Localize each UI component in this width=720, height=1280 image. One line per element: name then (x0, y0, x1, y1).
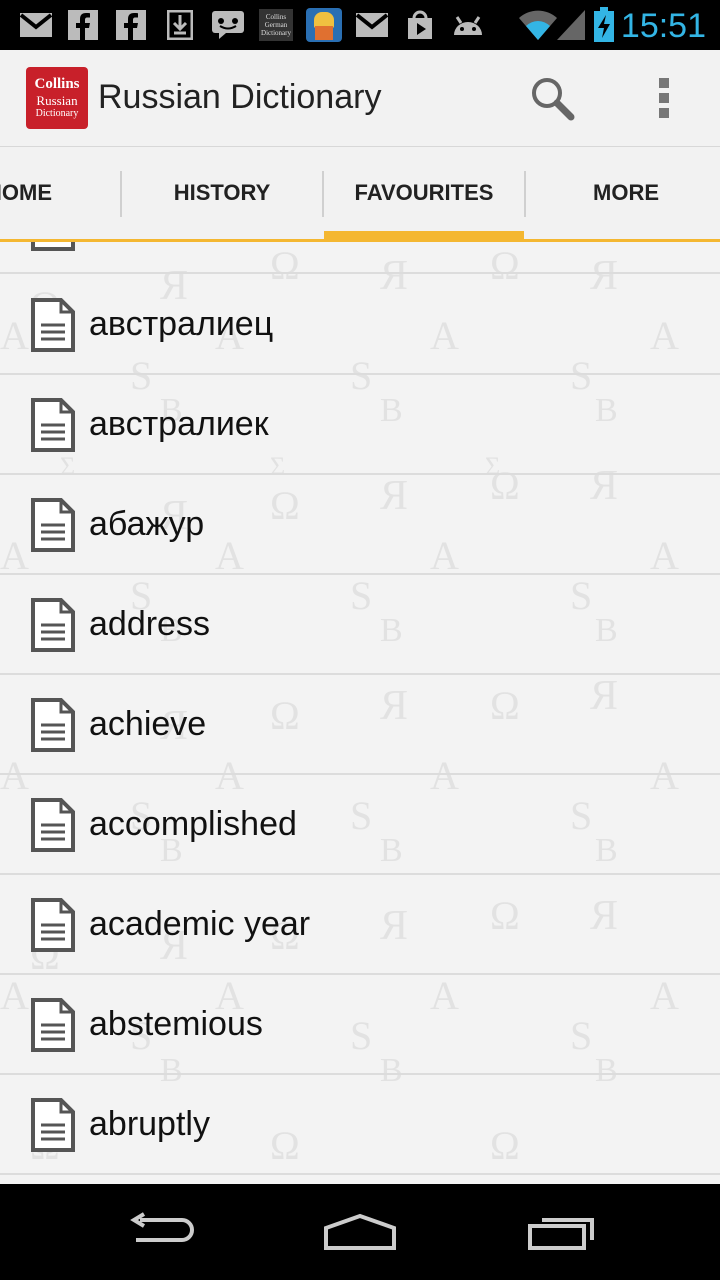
document-icon (31, 998, 75, 1052)
logo-text-collins: Collins (34, 76, 80, 92)
game-icon (305, 8, 343, 42)
home-icon (324, 1213, 396, 1250)
document-icon (31, 498, 75, 552)
favourite-item[interactable]: address (0, 575, 720, 675)
favourite-item[interactable] (0, 242, 720, 274)
action-bar: Collins Russian Dictionary Russian Dicti… (0, 50, 720, 147)
favourite-word: address (89, 605, 210, 643)
wifi-icon (518, 9, 558, 41)
status-time: 15:51 (620, 7, 706, 45)
facebook-icon (66, 9, 100, 41)
favourite-item[interactable]: абажур (0, 475, 720, 575)
selected-tab-indicator (324, 231, 524, 239)
document-icon (31, 298, 75, 352)
facebook-icon (114, 9, 148, 41)
document-icon (31, 598, 75, 652)
status-bar: Collins German Dictionary 15:51 (0, 0, 720, 50)
favourite-word: academic year (89, 905, 311, 943)
document-icon (31, 698, 75, 752)
search-button[interactable] (522, 68, 582, 128)
battery-charging-icon (592, 7, 616, 42)
favourite-item[interactable]: achieve (0, 675, 720, 775)
favourite-item[interactable]: австралиек (0, 375, 720, 475)
android-icon (448, 9, 488, 41)
back-button[interactable] (105, 1200, 215, 1264)
logo-text-dictionary: Dictionary (35, 108, 79, 119)
download-icon (164, 9, 196, 41)
document-icon (31, 898, 75, 952)
gmail-icon (354, 9, 390, 41)
home-button[interactable] (305, 1200, 415, 1264)
search-icon (532, 78, 575, 121)
favourite-word: абажур (89, 505, 205, 543)
more-vert-icon (659, 78, 669, 118)
recent-apps-button[interactable] (507, 1200, 617, 1264)
app-title: Russian Dictionary (98, 78, 382, 116)
logo-text-russian: Russian (36, 93, 78, 108)
signal-icon (556, 9, 586, 41)
document-icon (31, 242, 75, 251)
recent-apps-icon (528, 1218, 594, 1250)
document-icon (31, 398, 75, 452)
play-store-icon (403, 9, 437, 41)
gmail-icon (18, 9, 54, 41)
favourite-word: австралиек (89, 405, 269, 443)
tab-more[interactable]: MORE (526, 147, 720, 239)
document-icon (31, 1098, 75, 1152)
favourite-item[interactable]: abruptly (0, 1075, 720, 1175)
tab-bar: HOME HISTORY FAVOURITES MORE (0, 147, 720, 242)
favourite-word: abstemious (89, 1005, 263, 1043)
collins-icon-text: Collins (265, 13, 287, 21)
navigation-bar (0, 1184, 720, 1280)
favourite-word: accomplished (89, 805, 297, 843)
tab-favourites[interactable]: FAVOURITES (324, 147, 524, 239)
back-icon (130, 1212, 194, 1242)
favourite-word: achieve (89, 705, 207, 743)
favourite-word: abruptly (89, 1105, 210, 1143)
overflow-menu-button[interactable] (634, 68, 694, 128)
document-icon (31, 798, 75, 852)
collins-german-icon: Collins German Dictionary (258, 9, 294, 41)
favourite-item[interactable]: abstemious (0, 975, 720, 1075)
favourite-item[interactable]: accomplished (0, 775, 720, 875)
app-logo[interactable]: Collins Russian Dictionary (26, 67, 88, 129)
favourite-item[interactable]: австралиец (0, 275, 720, 375)
chat-icon (210, 9, 246, 41)
collins-icon-text: German (264, 21, 288, 29)
collins-icon-text: Dictionary (261, 29, 291, 37)
tab-home[interactable]: HOME (0, 147, 120, 239)
tab-history[interactable]: HISTORY (122, 147, 322, 239)
favourite-item[interactable]: academic year (0, 875, 720, 975)
favourites-list[interactable]: Ω Я Ω Я Ω Я A A A A S S S B B B Σ Σ Σ Ω … (0, 242, 720, 1184)
favourite-word: австралиец (89, 305, 274, 343)
